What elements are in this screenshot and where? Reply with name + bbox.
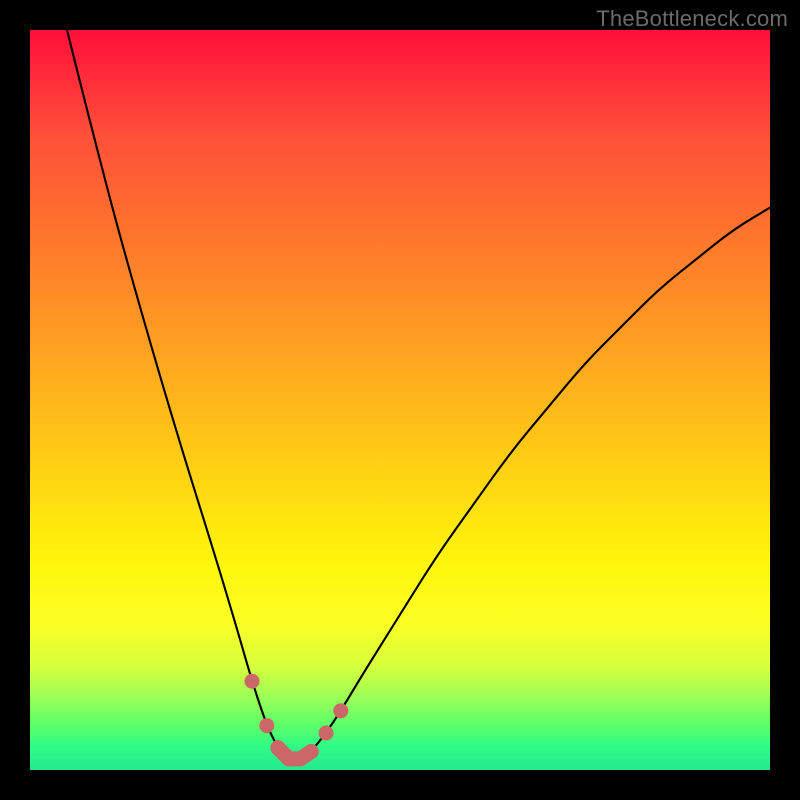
bottleneck-curve [67, 30, 770, 759]
min-region-dot [245, 674, 260, 689]
min-region-dot [319, 726, 334, 741]
min-region-dot [333, 703, 348, 718]
min-region-dot [304, 744, 319, 759]
curve-svg [30, 30, 770, 770]
chart-frame: TheBottleneck.com [0, 0, 800, 800]
min-region-dot [270, 740, 285, 755]
watermark-text: TheBottleneck.com [596, 6, 788, 32]
plot-area [30, 30, 770, 770]
min-region-markers [245, 674, 349, 767]
min-region-dot [259, 718, 274, 733]
